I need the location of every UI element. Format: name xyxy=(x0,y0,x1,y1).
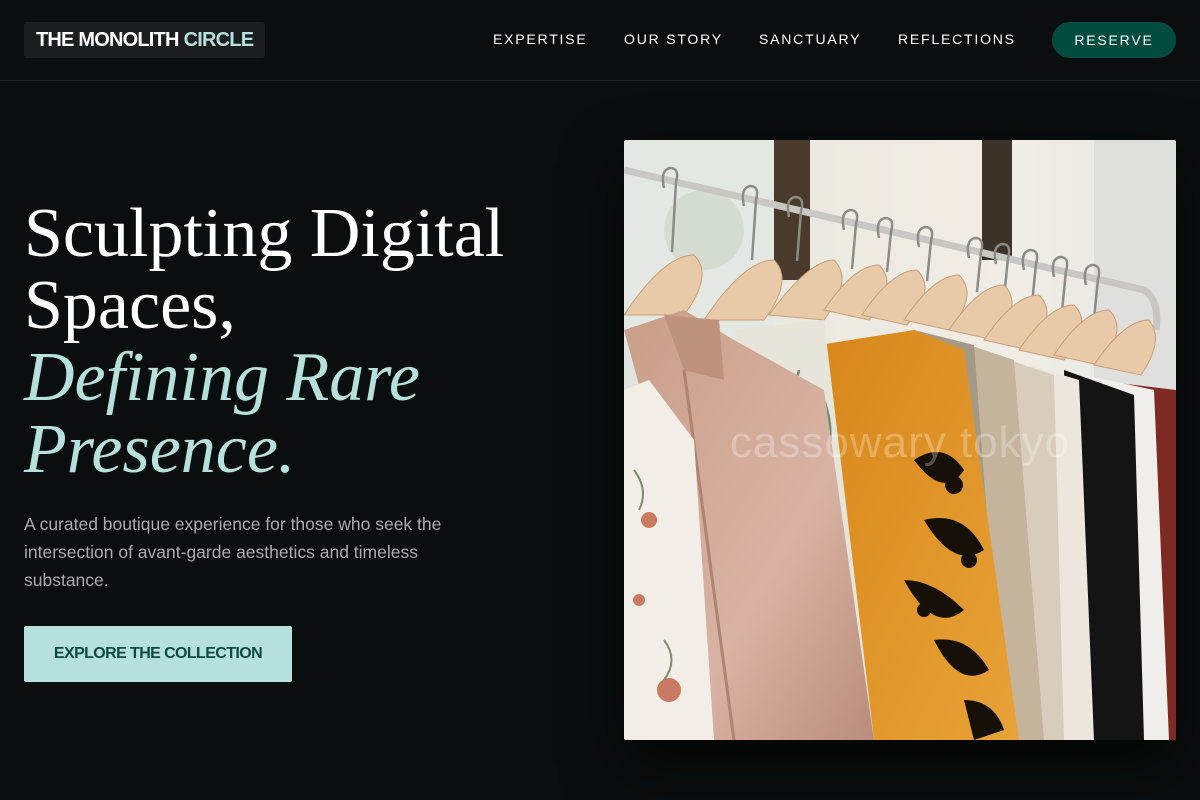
nav-link-our-story[interactable]: OUR STORY xyxy=(624,31,723,47)
image-watermark: cassowary tokyo xyxy=(729,418,1071,467)
nav-link-expertise[interactable]: EXPERTISE xyxy=(493,31,588,47)
headline-line-2: Spaces, xyxy=(24,267,236,344)
headline-accent-line-2: Presence. xyxy=(24,411,296,488)
site-header: THE MONOLITH CIRCLE EXPERTISE OUR STORY … xyxy=(0,0,1200,81)
nav-link-sanctuary[interactable]: SANCTUARY xyxy=(759,31,861,47)
headline-line-1: Sculpting Digital xyxy=(24,195,505,272)
main-nav: EXPERTISE OUR STORY SANCTUARY REFLECTION… xyxy=(0,0,1200,80)
nav-link-reflections[interactable]: REFLECTIONS xyxy=(898,31,1016,47)
hero-subtext: A curated boutique experience for those … xyxy=(24,514,442,590)
hero-image-clothing-rack: cassowary tokyo xyxy=(624,140,1176,740)
reserve-button[interactable]: RESERVE xyxy=(1052,22,1176,58)
hero-headline: Sculpting Digital Spaces, Defining Rare … xyxy=(24,198,584,486)
explore-collection-button[interactable]: EXPLORE THE COLLECTION xyxy=(24,626,292,682)
headline-accent-line-1: Defining Rare xyxy=(24,339,420,416)
